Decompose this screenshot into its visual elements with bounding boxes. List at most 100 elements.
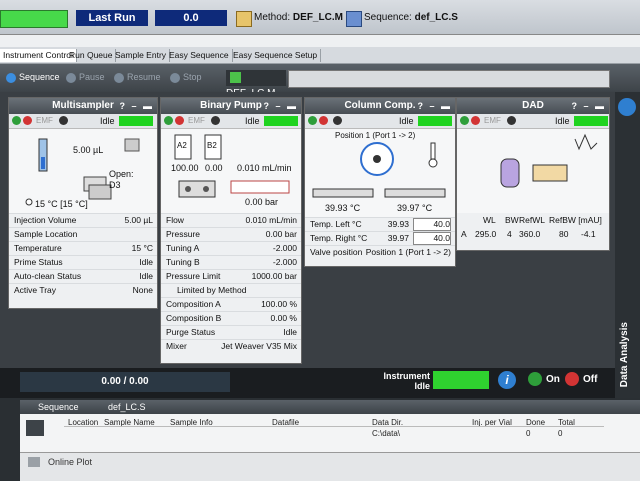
- done-cell[interactable]: 0: [526, 429, 530, 438]
- instrument-status-bar: 0.00 / 0.00 Instrument Idle i On Off: [0, 368, 615, 398]
- status-bar: [574, 116, 608, 126]
- column-comp-status: Idle: [305, 114, 455, 129]
- dad-mau: -4.1: [581, 229, 596, 239]
- param-label: Injection Volume: [14, 215, 77, 225]
- on-icon[interactable]: [164, 116, 173, 125]
- table-menu-button[interactable]: [26, 420, 44, 436]
- data-analysis-sidebar[interactable]: Data Analysis: [615, 92, 640, 398]
- tab-easy-sequence-setup[interactable]: Easy Sequence Setup: [230, 49, 322, 62]
- param-value: Position 1 (Port 1 -> 2): [365, 247, 451, 257]
- open-label: Open:: [109, 169, 134, 179]
- dad-title: DAD: [522, 100, 544, 111]
- param-label: Pressure: [166, 229, 201, 239]
- panel-controls[interactable]: ? – ▬: [571, 98, 606, 114]
- data-dir-cell[interactable]: C:\data\: [372, 429, 400, 438]
- multisampler-panel[interactable]: Multisampler ? – ▬ EMF Idle 5.00 µL Open…: [8, 97, 158, 309]
- dad-panel[interactable]: DAD ? – ▬ EMF Idle WL BW RefWL RefBW [mA…: [456, 97, 610, 251]
- param-row: Composition A 100.00 %: [161, 297, 301, 311]
- multisampler-header: Multisampler ? – ▬: [9, 98, 157, 114]
- resume-icon: [114, 72, 124, 83]
- off-icon[interactable]: [23, 116, 32, 125]
- column-comp-params: Temp. Left °C 39.93 40.0 Temp. Right °C 39.…: [305, 217, 455, 259]
- param-value: Idle: [139, 257, 153, 267]
- panel-controls[interactable]: ? – ▬: [119, 98, 154, 114]
- next-arrow-icon[interactable]: [618, 98, 636, 116]
- on-label[interactable]: On: [546, 374, 560, 385]
- column-comp-title: Column Comp.: [344, 100, 416, 111]
- param-row: Purge Status Idle: [161, 325, 301, 339]
- emf-label: EMF: [188, 116, 205, 125]
- stop-button-label: Stop: [183, 72, 202, 82]
- param-row: Auto-clean Status Idle: [9, 269, 157, 283]
- stop-icon: [170, 72, 180, 83]
- emf-label: EMF: [484, 116, 501, 125]
- sequence-button[interactable]: Sequence: [6, 72, 60, 83]
- param-value: 0.010 mL/min: [245, 215, 298, 225]
- on-icon[interactable]: [12, 116, 21, 125]
- power-off-icon[interactable]: [565, 372, 579, 386]
- play-icon: [6, 72, 16, 83]
- method-icon[interactable]: [236, 11, 252, 27]
- sequence-info[interactable]: Sequence: def_LC.S: [364, 12, 458, 23]
- dad-params: WL BW RefWL RefBW [mAU] A 295.0 4 360.0 …: [457, 213, 609, 243]
- off-label[interactable]: Off: [583, 374, 597, 385]
- panel-controls[interactable]: ? – ▬: [417, 98, 452, 114]
- setpoint-field[interactable]: 40.0: [413, 232, 451, 245]
- param-row: Sample Location: [9, 227, 157, 241]
- check-icon: [333, 116, 342, 125]
- param-label: Purge Status: [166, 327, 216, 337]
- off-icon[interactable]: [471, 116, 480, 125]
- dad-bw: 4: [507, 229, 512, 239]
- off-icon[interactable]: [319, 116, 328, 125]
- total-cell[interactable]: 0: [558, 429, 562, 438]
- injection-volume-display: 5.00 µL: [73, 145, 104, 155]
- method-chip[interactable]: DEF_LC.M: [226, 70, 286, 99]
- dad-refbw: 80: [559, 229, 569, 239]
- instrument-dashboard: Multisampler ? – ▬ EMF Idle 5.00 µL Open…: [0, 92, 615, 398]
- tab-easy-sequence[interactable]: Easy Sequence: [166, 49, 233, 62]
- table-divider: [64, 426, 604, 427]
- resume-button-label: Resume: [127, 72, 161, 82]
- right-temp-display: 39.97 °C: [397, 203, 433, 213]
- binary-pump-title: Binary Pump: [200, 100, 262, 111]
- param-label: Sample Location: [14, 229, 78, 239]
- tab-run-queue[interactable]: Run Queue: [66, 49, 117, 62]
- status-indicator: [0, 10, 68, 28]
- status-text: Idle: [555, 116, 570, 126]
- data-analysis-label: Data Analysis: [619, 322, 630, 388]
- tab-sample-entry[interactable]: Sample Entry: [112, 49, 171, 62]
- column-comp-header: Column Comp. ? – ▬: [305, 98, 455, 114]
- dad-col-header: WL: [483, 215, 496, 225]
- stop-button[interactable]: Stop: [170, 72, 202, 83]
- info-icon[interactable]: i: [498, 371, 516, 389]
- power-on-icon[interactable]: [528, 372, 542, 386]
- off-icon[interactable]: [175, 116, 184, 125]
- last-run-label: Last Run: [76, 10, 148, 26]
- on-icon[interactable]: [308, 116, 317, 125]
- binary-pump-panel[interactable]: Binary Pump ? – ▬ EMF Idle A2 B2 100.00 …: [160, 97, 302, 364]
- column-comp-panel[interactable]: Column Comp. ? – ▬ Idle Position 1 (Port…: [304, 97, 456, 267]
- param-label: Pressure Limit: [166, 271, 221, 281]
- multisampler-illustration: 5.00 µL Open: D3 15 °C [15 °C]: [9, 129, 157, 213]
- on-icon[interactable]: [460, 116, 469, 125]
- setpoint-field[interactable]: 40.0: [413, 218, 451, 231]
- resume-button[interactable]: Resume: [114, 72, 161, 83]
- dad-header: DAD ? – ▬: [457, 98, 609, 114]
- panel-controls[interactable]: ? – ▬: [263, 98, 298, 114]
- status-bar: [264, 116, 298, 126]
- dad-status: EMF Idle: [457, 114, 609, 129]
- param-label: Tuning A: [166, 243, 200, 253]
- composition-b-display: 0.00: [205, 163, 223, 173]
- pause-icon: [66, 72, 76, 83]
- param-value: 1000.00 bar: [251, 271, 297, 281]
- online-plot-panel[interactable]: Online Plot: [20, 452, 640, 481]
- toolbar-field[interactable]: [288, 70, 610, 88]
- param-row: Active Tray None: [9, 283, 157, 297]
- pause-button[interactable]: Pause: [66, 72, 105, 83]
- param-row: Injection Volume 5.00 µL: [9, 213, 157, 227]
- binary-pump-illustration: A2 B2 100.00 0.00 0.010 mL/min 0.00 bar: [161, 129, 301, 213]
- method-info[interactable]: Method: DEF_LC.M: [254, 12, 343, 23]
- composition-a-display: 100.00: [171, 163, 199, 173]
- sequence-tab[interactable]: Sequence: [38, 400, 79, 414]
- sequence-icon[interactable]: [346, 11, 362, 27]
